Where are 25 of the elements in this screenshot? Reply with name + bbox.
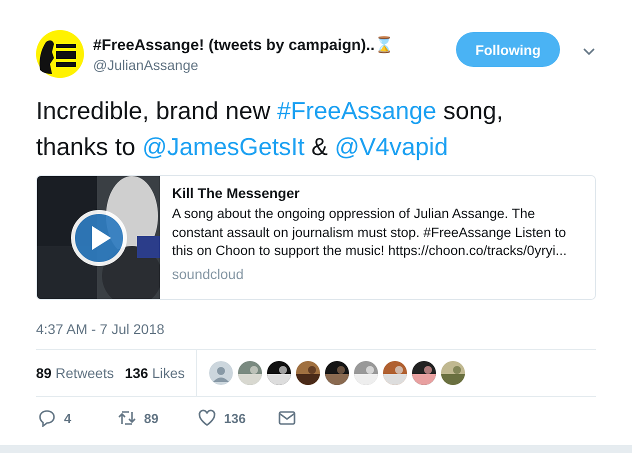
retweet-action[interactable]: 89	[118, 409, 198, 427]
retweet-icon	[118, 409, 136, 427]
timestamp[interactable]: 4:37 AM - 7 Jul 2018	[36, 321, 164, 337]
tweet-link[interactable]: #FreeAssange	[277, 98, 436, 125]
author-handle[interactable]: @JulianAssange	[93, 57, 456, 73]
tweet-text: Incredible, brand new #FreeAssange song, thanks to @JamesGetsIt & @V4vapid	[36, 97, 504, 163]
stat-count[interactable]: 136 Likes	[124, 365, 185, 381]
card-description: A song about the ongoing oppression of Julian Assange. The constant assault on journalism must stop. #FreeAssange Listen to this on Choon to support the music! https://choon.co/tracks/0yryi...	[172, 205, 568, 260]
card-source: soundcloud	[172, 266, 245, 282]
action-count: 136	[224, 410, 246, 426]
reply-action[interactable]: 4	[38, 409, 118, 427]
avatar[interactable]	[208, 361, 233, 385]
following-button[interactable]: Following	[456, 32, 560, 67]
card-title: Kill The Messenger	[172, 185, 301, 201]
like-action[interactable]: 136	[198, 409, 278, 427]
reply-icon	[38, 409, 56, 427]
heart-icon	[198, 409, 216, 427]
action-count: 89	[144, 410, 158, 426]
action-count: 4	[64, 410, 72, 426]
author-name[interactable]: #FreeAssange! (tweets by campaign)..⌛	[93, 36, 456, 55]
envelope-icon	[278, 409, 296, 427]
stat-count[interactable]: 89 Retweets	[36, 365, 114, 381]
link-card[interactable]	[36, 175, 596, 300]
tweet-link[interactable]: @JamesGetsIt	[142, 134, 305, 161]
tweet-link[interactable]: @V4vapid	[334, 134, 448, 161]
